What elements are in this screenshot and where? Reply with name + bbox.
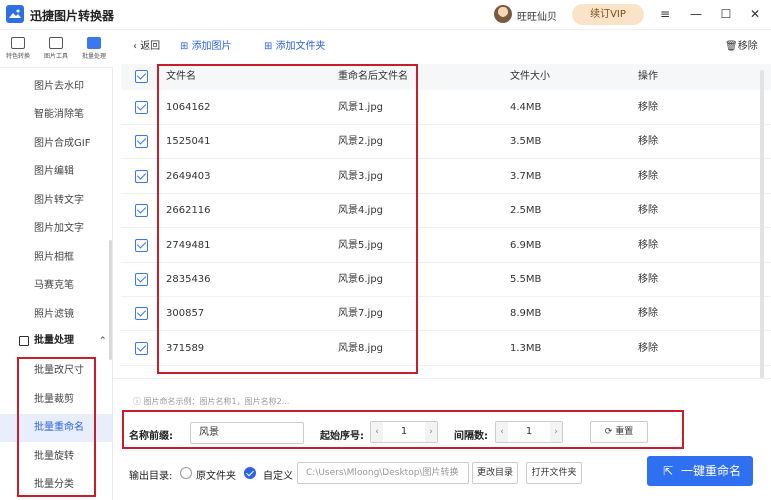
file-size: 1.3MB <box>510 343 542 354</box>
row-checkbox[interactable] <box>135 101 148 114</box>
trash-icon: 🗑 <box>725 41 738 52</box>
convert-icon <box>11 37 25 49</box>
file-size: 2.5MB <box>510 205 542 216</box>
file-size: 8.9MB <box>510 308 542 319</box>
highlight-box-settings <box>122 410 684 449</box>
image-tool-icon <box>49 37 63 49</box>
app-logo <box>6 5 24 23</box>
radio-custom[interactable] <box>244 467 256 479</box>
column-header: 操作 <box>638 71 658 82</box>
row-checkbox[interactable] <box>135 342 148 355</box>
remove-row-button[interactable]: 移除 <box>638 263 658 297</box>
remove-row-button[interactable]: 移除 <box>638 160 658 194</box>
remove-row-button[interactable]: 移除 <box>638 194 658 228</box>
open-folder-button[interactable]: 打开文件夹 <box>526 462 582 484</box>
add-folder-label: 添加文件夹 <box>275 41 326 52</box>
sidebar-item[interactable]: 照片相框 <box>0 244 112 272</box>
sidebar-group-batch[interactable]: 批量处理 ⌃ <box>0 330 112 352</box>
sidebar-item[interactable]: 图片去水印 <box>0 73 112 101</box>
original-folder-label: 原文件夹 <box>196 471 236 482</box>
close-icon[interactable]: ✕ <box>748 7 762 21</box>
minimize-icon[interactable]: — <box>689 7 703 21</box>
batch-icon <box>87 37 101 49</box>
menu-icon[interactable]: ≡ <box>658 7 672 21</box>
user-name[interactable]: 旺旺仙贝 <box>517 8 557 23</box>
file-size: 5.5MB <box>510 274 542 285</box>
column-header: 文件大小 <box>510 71 550 82</box>
sidebar-item[interactable]: 图片合成GIF <box>0 130 112 158</box>
change-dir-button[interactable]: 更改目录 <box>472 462 518 484</box>
user-avatar[interactable] <box>494 5 512 23</box>
sidebar-scrollbar[interactable] <box>109 240 112 360</box>
back-label: 返回 <box>140 41 161 52</box>
row-checkbox[interactable] <box>135 307 148 320</box>
tab-special-convert[interactable]: 特色转换 <box>0 34 36 66</box>
output-dir-label: 输出目录: <box>129 471 173 482</box>
file-size: 4.4MB <box>510 102 542 113</box>
file-size: 3.5MB <box>510 136 542 147</box>
add-image-label: 添加图片 <box>191 41 232 52</box>
sidebar-item[interactable]: 图片转文字 <box>0 187 112 215</box>
sidebar-item[interactable]: 智能消除笔 <box>0 101 112 129</box>
remove-row-button[interactable]: 移除 <box>638 229 658 263</box>
add-image-icon: ⊞ <box>180 41 192 52</box>
file-size: 6.9MB <box>510 240 542 251</box>
row-checkbox[interactable] <box>135 170 148 183</box>
batch-group-icon <box>19 336 29 346</box>
sidebar-item[interactable]: 图片加文字 <box>0 215 112 243</box>
export-icon: ⇱ <box>663 464 674 478</box>
row-checkbox[interactable] <box>135 273 148 286</box>
remove-row-button[interactable]: 移除 <box>638 125 658 159</box>
remove-row-button[interactable]: 移除 <box>638 332 658 366</box>
tool-nav: 特色转换 图片工具 批量处理 <box>0 30 113 68</box>
row-checkbox[interactable] <box>135 204 148 217</box>
renew-vip-button[interactable]: 续订VIP <box>572 4 644 25</box>
table-scrollbar[interactable] <box>760 70 764 380</box>
sidebar-group-label: 批量处理 <box>34 335 74 346</box>
remove-row-button[interactable]: 移除 <box>638 297 658 331</box>
app-title: 迅捷图片转换器 <box>30 9 115 23</box>
toolbar: ‹ 返回 ⊞ 添加图片 ⊞ 添加文件夹 🗑移除 <box>113 30 771 58</box>
add-folder-button[interactable]: ⊞ 添加文件夹 <box>264 37 326 52</box>
remove-all-button[interactable]: 🗑移除 <box>725 37 758 52</box>
select-all-checkbox[interactable] <box>135 70 148 83</box>
row-checkbox[interactable] <box>135 239 148 252</box>
naming-hint: ⓘ 图片命名示例：图片名称1，图片名称2... <box>133 397 290 406</box>
sidebar-item[interactable]: 图片编辑 <box>0 158 112 186</box>
tab-image-tools[interactable]: 图片工具 <box>38 34 74 66</box>
sidebar-item[interactable]: 照片滤镜 <box>0 301 112 329</box>
radio-original-folder[interactable] <box>180 467 192 479</box>
tab-label: 特色转换 <box>5 53 30 60</box>
remove-label: 移除 <box>737 41 758 52</box>
chevron-up-icon: ⌃ <box>99 336 107 346</box>
maximize-icon[interactable]: ☐ <box>719 7 733 21</box>
sidebar-item[interactable]: 马赛克笔 <box>0 272 112 300</box>
title-bar: 迅捷图片转换器 旺旺仙贝 续订VIP ≡ — ☐ ✕ <box>0 0 771 30</box>
back-button[interactable]: ‹ 返回 <box>133 37 160 52</box>
add-image-button[interactable]: ⊞ 添加图片 <box>180 37 232 52</box>
add-folder-icon: ⊞ <box>264 41 276 52</box>
tab-batch-process[interactable]: 批量处理 <box>76 34 112 66</box>
one-click-rename-button[interactable]: ⇱ 一键重命名 <box>647 456 753 486</box>
highlight-box-sidebar <box>17 357 96 497</box>
output-path-input[interactable]: C:\Users\Mloong\Desktop\图片转换 <box>297 462 469 484</box>
rename-button-label: 一键重命名 <box>681 464 742 478</box>
tab-label: 批量处理 <box>81 53 106 60</box>
row-checkbox[interactable] <box>135 135 148 148</box>
remove-row-button[interactable]: 移除 <box>638 91 658 125</box>
file-size: 3.7MB <box>510 171 542 182</box>
tab-label: 图片工具 <box>43 53 68 60</box>
custom-label: 自定义 <box>263 471 293 482</box>
highlight-box-table <box>157 64 418 374</box>
hint-text: 图片命名示例：图片名称1，图片名称2... <box>143 397 290 406</box>
